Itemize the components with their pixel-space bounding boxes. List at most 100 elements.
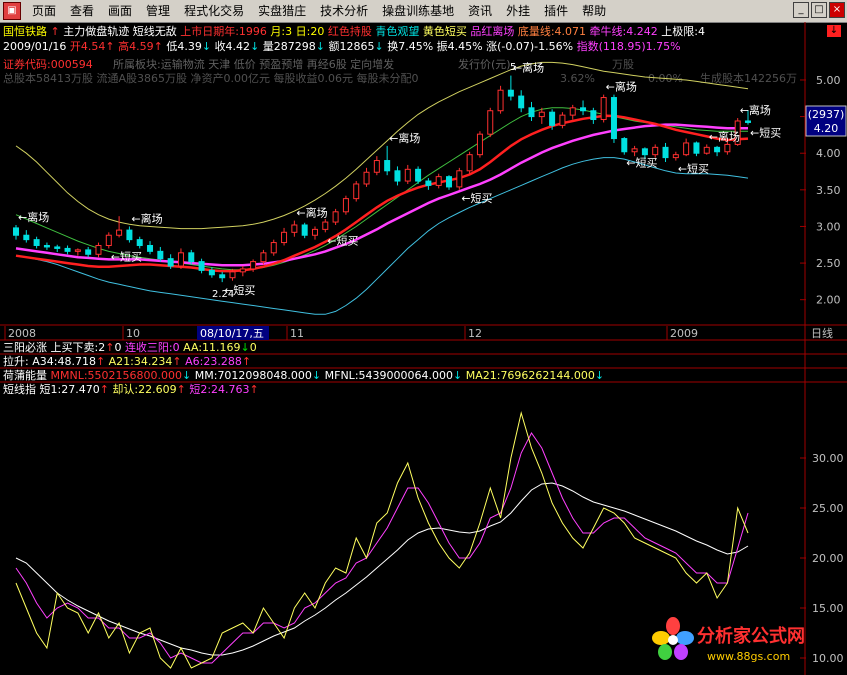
candle-body	[384, 160, 391, 172]
panel4-mmnl: MMNL:5502156800.000	[50, 369, 183, 382]
leave-signal-label: ←离场	[740, 103, 771, 117]
short-buy-signal-label: ←短买	[461, 191, 492, 205]
candle-body	[693, 142, 700, 154]
candle-body	[136, 239, 143, 246]
down-arrow-icon: ↓	[453, 369, 463, 382]
up-arrow-icon: ↑	[241, 355, 252, 368]
candle-body	[332, 211, 339, 223]
confirm-line	[15, 482, 749, 656]
price-tick-label: 3.00	[816, 220, 841, 233]
green-trend-line	[15, 107, 748, 271]
date-axis-label: 10	[126, 327, 140, 340]
high-price-label: 5	[510, 62, 516, 73]
short-buy-signal-label: ←短买	[626, 156, 657, 170]
candle-body	[714, 146, 721, 153]
candle-body	[23, 234, 30, 241]
candle-body	[487, 110, 494, 135]
red-ma-line	[15, 114, 749, 273]
up-arrow-icon: ↑	[95, 355, 106, 368]
candle-body	[549, 111, 556, 126]
date-axis-label: 2009	[670, 327, 698, 340]
up-arrow-icon: ↑	[176, 383, 186, 396]
date-axis: 2008 10 11 12 2009	[4, 326, 698, 340]
candle-body	[724, 143, 731, 153]
date-axis-label: 2008	[8, 327, 36, 340]
candle-body	[270, 242, 277, 254]
candle-body	[342, 198, 349, 213]
leave-signal-label: ←离场	[606, 80, 637, 94]
candle-body	[476, 133, 483, 156]
candle-body	[425, 180, 432, 186]
price-tick-label: 3.50	[816, 184, 841, 197]
candle-body	[580, 107, 587, 112]
price-tick-label: 4.00	[816, 147, 841, 160]
candle-body	[662, 146, 669, 159]
date-axis-label: 12	[468, 327, 482, 340]
short-tick-label: 25.00	[812, 502, 844, 515]
candle-body	[497, 89, 504, 112]
candle-body	[446, 176, 453, 188]
up-arrow-icon: ↑	[172, 355, 182, 368]
panel2-streak: 连收三阳:0	[124, 341, 180, 354]
price-tick-label: 2.00	[816, 294, 841, 307]
candle-body	[528, 107, 535, 118]
candle-body	[54, 246, 61, 249]
candle-body	[353, 183, 360, 200]
candle-body	[672, 154, 679, 159]
short2-line	[15, 432, 749, 664]
up-arrow-icon: ↑	[249, 383, 259, 396]
candle-body	[198, 261, 205, 271]
price-tick-label: 2.50	[816, 257, 841, 270]
candle-body	[745, 120, 751, 123]
logo-url: www.88gs.com	[707, 650, 791, 663]
panel2-title[interactable]: 三阳必涨	[3, 341, 47, 354]
low-price-label: 2.24	[212, 289, 234, 300]
date-axis-label: 11	[290, 327, 304, 340]
leave-signal-label: ←离场	[389, 131, 420, 145]
candle-body	[507, 89, 514, 97]
candle-body	[641, 148, 648, 156]
panel5-short2: 短2:24.763	[189, 383, 250, 396]
candle-body	[85, 249, 92, 255]
candle-body	[208, 269, 215, 276]
current-price-badge-top: (2937)	[808, 108, 845, 121]
panel3-header: 拉升: A34:48.718↑ A21:34.234↑ A6:23.288↑	[3, 355, 251, 369]
band-lines	[15, 61, 749, 315]
panel2-buysell: 上买下卖:2	[50, 341, 106, 354]
chart-canvas[interactable]: ←离场 ←离场 ←离场←离场←离场←离场←离场←离场←短买←短买←短买←短买←短买 ←…	[0, 0, 847, 675]
candle-body	[466, 154, 473, 172]
candle-body	[219, 274, 226, 279]
candle-body	[301, 224, 308, 236]
candle-body	[610, 97, 617, 140]
leave-signal-label: ←离场	[296, 206, 327, 220]
flower-logo-icon	[652, 617, 694, 660]
period-label[interactable]: 日线	[811, 326, 833, 340]
current-price-badge-bottom: 4.20	[814, 122, 839, 135]
short-buy-signal-label: ←短买	[750, 126, 781, 140]
price-tick-label: 5.00	[816, 74, 841, 87]
candle-body	[229, 271, 236, 279]
panel5-header: 短线指 短1:27.470↑ 却认:22.609↑ 短2:24.763↑	[3, 383, 259, 397]
panel4-title[interactable]: 荷蒲能量	[3, 369, 47, 382]
candle-body	[126, 229, 133, 241]
short-buy-signal-label: ←短买	[678, 162, 709, 176]
panel4-mm: MM:7012098048.000	[194, 369, 312, 382]
candle-body	[394, 170, 401, 182]
up-arrow-icon: ↑	[99, 383, 109, 396]
candle-body	[281, 231, 288, 244]
candle-body	[177, 252, 184, 267]
leave-signal-label: ←离场	[709, 129, 740, 143]
candle-body	[456, 170, 463, 188]
leave-signal-label: ←离场	[18, 210, 49, 224]
panel5-title[interactable]: 短线指	[3, 383, 36, 396]
leave-signal-label: ←离场	[131, 211, 162, 225]
down-arrow-icon: ↓	[594, 369, 605, 382]
candle-body	[538, 111, 545, 118]
panel2-aa-value: 0	[249, 341, 257, 354]
down-arrow-icon: ↓	[182, 369, 192, 382]
panel3-title[interactable]: 拉升:	[3, 355, 29, 368]
candle-body	[652, 146, 659, 156]
short-tick-label: 20.00	[812, 552, 844, 565]
candle-body	[683, 142, 690, 156]
candle-body	[311, 228, 318, 236]
